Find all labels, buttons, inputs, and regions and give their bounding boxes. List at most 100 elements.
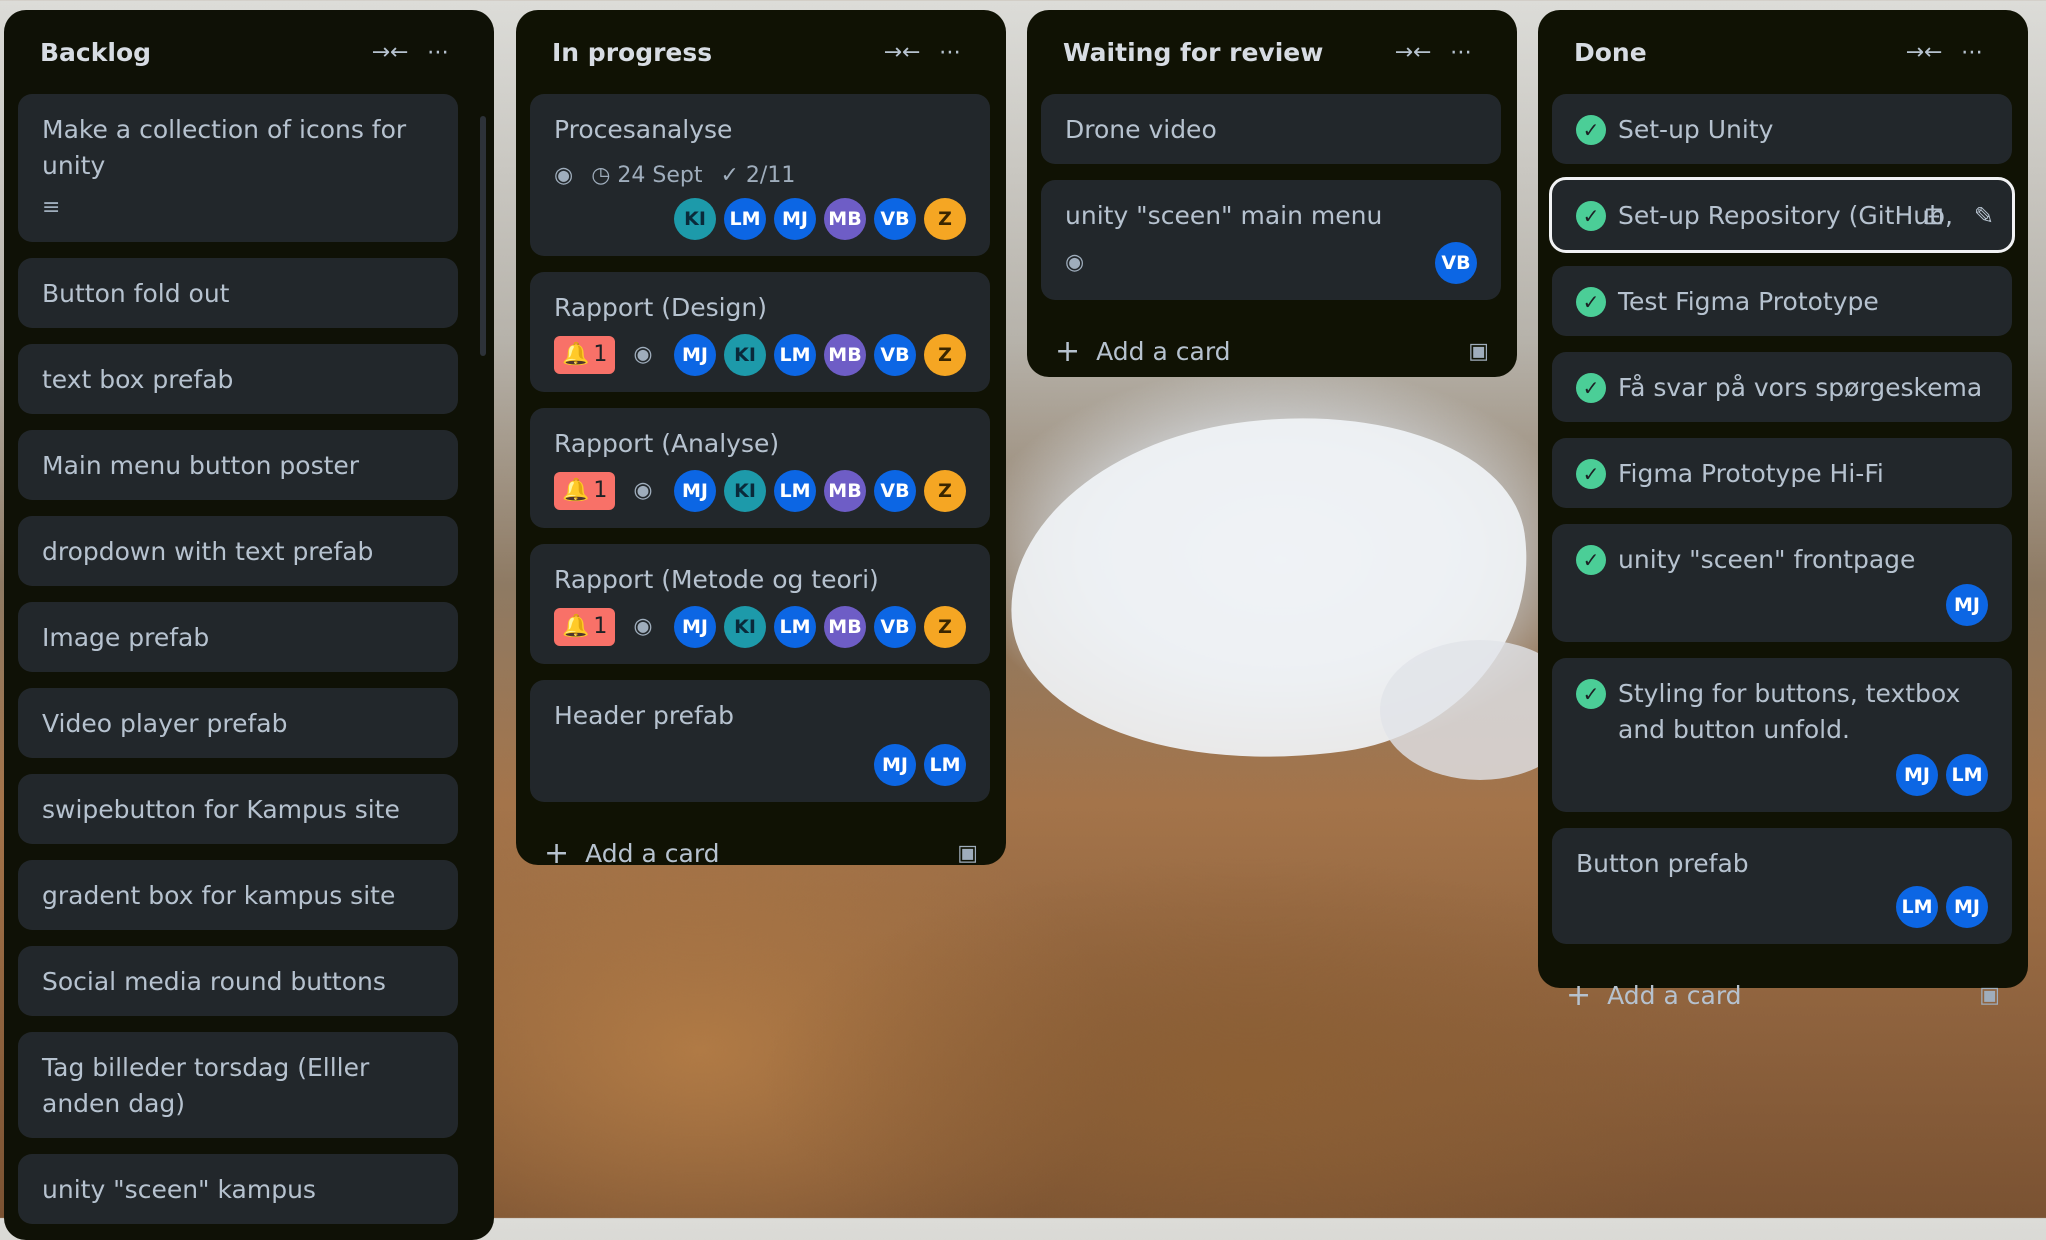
card[interactable]: Button prefab LM MJ — [1552, 828, 2012, 944]
list-title[interactable]: In progress — [552, 38, 878, 67]
more-icon[interactable]: ⋯ — [414, 40, 462, 65]
card-title: Main menu button poster — [42, 451, 360, 480]
avatar[interactable]: LM — [774, 470, 816, 512]
avatar[interactable]: Z — [924, 606, 966, 648]
card[interactable]: Main menu button poster — [18, 430, 458, 500]
checklist-badge: ✓ 2/11 — [720, 158, 795, 194]
card[interactable]: ✓ unity "sceen" frontpage MJ — [1552, 524, 2012, 642]
add-card-row: + Add a card ▣ — [1552, 960, 2014, 1030]
more-icon[interactable]: ⋯ — [1948, 40, 1996, 65]
scrollbar-thumb[interactable] — [480, 116, 486, 356]
avatar[interactable]: MJ — [774, 198, 816, 240]
template-icon[interactable]: ▣ — [957, 841, 978, 866]
complete-check-icon[interactable]: ✓ — [1576, 545, 1606, 575]
list-title[interactable]: Done — [1574, 38, 1900, 67]
complete-check-icon[interactable]: ✓ — [1576, 201, 1606, 231]
card[interactable]: Rapport (Metode og teori) 🔔 1 ◉ MJ KI LM … — [530, 544, 990, 664]
card[interactable]: dropdown with text prefab — [18, 516, 458, 586]
avatar[interactable]: LM — [774, 334, 816, 376]
card[interactable]: ✓ Test Figma Prototype — [1552, 266, 2012, 336]
more-icon[interactable]: ⋯ — [926, 40, 974, 65]
card[interactable]: text box prefab — [18, 344, 458, 414]
collapse-icon[interactable]: →← — [366, 40, 414, 65]
bell-icon: 🔔 — [562, 614, 590, 639]
complete-check-icon[interactable]: ✓ — [1576, 115, 1606, 145]
archive-icon[interactable]: ⊟ — [1924, 198, 1944, 234]
avatar[interactable]: MJ — [1946, 886, 1988, 928]
complete-check-icon[interactable]: ✓ — [1576, 373, 1606, 403]
card[interactable]: Video player prefab — [18, 688, 458, 758]
avatar[interactable]: MJ — [874, 744, 916, 786]
complete-check-icon[interactable]: ✓ — [1576, 679, 1606, 709]
card-title: Test Figma Prototype — [1618, 287, 1879, 316]
avatar[interactable]: Z — [924, 334, 966, 376]
card[interactable]: swipebutton for Kampus site — [18, 774, 458, 844]
avatar[interactable]: MJ — [1896, 754, 1938, 796]
avatar[interactable]: KI — [724, 606, 766, 648]
card[interactable]: unity "sceen" kampus — [18, 1154, 458, 1224]
avatar[interactable]: MJ — [674, 470, 716, 512]
card[interactable]: Procesanalyse ◉ ◷ 24 Sept ✓ 2/11 KI LM M… — [530, 94, 990, 256]
avatar[interactable]: MB — [824, 334, 866, 376]
card[interactable]: Header prefab MJ LM — [530, 680, 990, 802]
avatar[interactable]: VB — [874, 198, 916, 240]
list-title[interactable]: Backlog — [40, 38, 366, 67]
avatar[interactable]: LM — [1896, 886, 1938, 928]
card[interactable]: Image prefab — [18, 602, 458, 672]
avatar[interactable]: KI — [724, 470, 766, 512]
list-title[interactable]: Waiting for review — [1063, 38, 1389, 67]
add-card-button[interactable]: Add a card — [1096, 337, 1468, 366]
card-selected[interactable]: ✓ Set-up Repository (GitHub, ⊟ ✎ — [1549, 177, 2015, 253]
avatar[interactable]: KI — [724, 334, 766, 376]
plus-icon[interactable]: + — [1055, 334, 1080, 369]
card[interactable]: Button fold out — [18, 258, 458, 328]
avatar[interactable]: VB — [874, 606, 916, 648]
avatar[interactable]: Z — [924, 198, 966, 240]
avatar[interactable]: LM — [924, 744, 966, 786]
avatar[interactable]: MJ — [674, 606, 716, 648]
card[interactable]: ✓ Få svar på vors spørgeskema — [1552, 352, 2012, 422]
card-members: MJ KI LM MB VB Z — [674, 334, 966, 376]
card[interactable]: Rapport (Analyse) 🔔 1 ◉ MJ KI LM MB VB Z — [530, 408, 990, 528]
list-scrollbar[interactable] — [478, 100, 488, 1190]
card-title: swipebutton for Kampus site — [42, 795, 400, 824]
avatar[interactable]: MJ — [674, 334, 716, 376]
card[interactable]: ✓ Figma Prototype Hi-Fi — [1552, 438, 2012, 508]
collapse-icon[interactable]: →← — [878, 40, 926, 65]
avatar[interactable]: MB — [824, 606, 866, 648]
card[interactable]: Make a collection of icons for unity ≡ — [18, 94, 458, 242]
card[interactable]: Rapport (Design) 🔔 1 ◉ MJ KI LM MB VB Z — [530, 272, 990, 392]
more-icon[interactable]: ⋯ — [1437, 40, 1485, 65]
complete-check-icon[interactable]: ✓ — [1576, 459, 1606, 489]
plus-icon[interactable]: + — [1566, 978, 1591, 1013]
card[interactable]: gradent box for kampus site — [18, 860, 458, 930]
card[interactable]: ✓ Styling for buttons, textbox and button… — [1552, 658, 2012, 812]
template-icon[interactable]: ▣ — [1468, 339, 1489, 364]
avatar[interactable]: MB — [824, 198, 866, 240]
card[interactable]: Social media round buttons — [18, 946, 458, 1016]
avatar[interactable]: Z — [924, 470, 966, 512]
card-title: unity "sceen" kampus — [42, 1175, 316, 1204]
avatar[interactable]: LM — [724, 198, 766, 240]
edit-icon[interactable]: ✎ — [1974, 198, 1994, 234]
avatar[interactable]: LM — [774, 606, 816, 648]
collapse-icon[interactable]: →← — [1389, 40, 1437, 65]
card-title: unity "sceen" main menu — [1065, 201, 1383, 230]
avatar[interactable]: VB — [874, 470, 916, 512]
template-icon[interactable]: ▣ — [1979, 983, 2000, 1008]
plus-icon[interactable]: + — [544, 836, 569, 871]
avatar[interactable]: KI — [674, 198, 716, 240]
avatar[interactable]: MB — [824, 470, 866, 512]
card[interactable]: ✓ Set-up Unity — [1552, 94, 2012, 164]
avatar[interactable]: MJ — [1946, 584, 1988, 626]
complete-check-icon[interactable]: ✓ — [1576, 287, 1606, 317]
card[interactable]: unity "sceen" main menu ◉ VB — [1041, 180, 1501, 300]
avatar[interactable]: VB — [1435, 242, 1477, 284]
card[interactable]: Tag billeder torsdag (Elller anden dag) — [18, 1032, 458, 1138]
collapse-icon[interactable]: →← — [1900, 40, 1948, 65]
avatar[interactable]: LM — [1946, 754, 1988, 796]
avatar[interactable]: VB — [874, 334, 916, 376]
add-card-button[interactable]: Add a card — [1607, 981, 1979, 1010]
add-card-button[interactable]: Add a card — [585, 839, 957, 868]
card[interactable]: Drone video — [1041, 94, 1501, 164]
